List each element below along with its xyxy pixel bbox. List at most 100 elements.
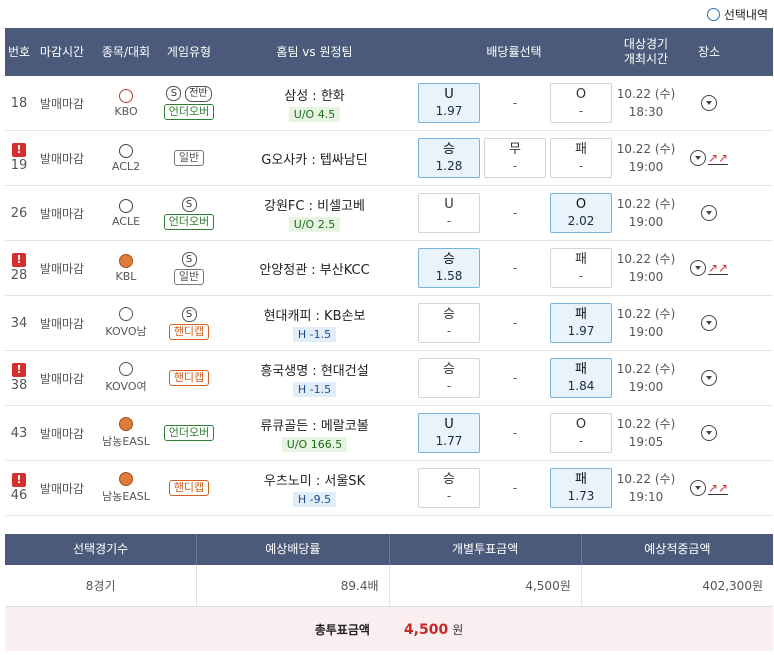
odds-button[interactable]: 승 1.28 xyxy=(418,138,480,178)
trend-chart-icon[interactable]: ↗↗ xyxy=(707,482,729,495)
odds-value: - xyxy=(446,379,452,393)
venue xyxy=(676,205,742,221)
match-clock: 19:00 xyxy=(628,325,664,339)
odds-label: O xyxy=(575,87,587,102)
match-time: 10.22 (수) 19:00 xyxy=(616,140,676,176)
odds-button[interactable]: 패 - xyxy=(550,248,612,288)
total-stake-unit: 원 xyxy=(452,622,464,637)
match-info: 안양정관 : 부산KCC xyxy=(217,259,412,278)
odds-button[interactable]: 패 - xyxy=(550,138,612,178)
match-line: U/O 2.5 xyxy=(288,216,341,232)
deadline-status: 발매마감 xyxy=(39,206,85,221)
odds-value: 1.28 xyxy=(435,159,463,173)
selection-history-checkbox[interactable] xyxy=(706,8,720,21)
location-pin-icon[interactable] xyxy=(701,370,717,386)
odds-button[interactable]: U - xyxy=(418,193,480,233)
header-time: 대상경기 개최시간 xyxy=(616,37,676,67)
summary-header-stake: 개별투표금액 xyxy=(390,534,582,565)
venue xyxy=(676,425,742,441)
odds-button[interactable]: 패 1.73 xyxy=(550,468,612,508)
match-teams: 강원FC : 비셀고베 xyxy=(264,198,365,214)
table-row: ! 38 발매마감 KOVO여 핸디캡 흥국생명 : 현대건설 H -1.5 승… xyxy=(5,351,773,406)
summary-header-payout: 예상적중금액 xyxy=(644,542,711,556)
game-type: 언더오버 xyxy=(161,424,217,442)
odds-selection: U 1.97 - O - xyxy=(412,83,616,123)
odds-button[interactable]: O - xyxy=(550,83,612,123)
basketball-icon xyxy=(119,253,133,268)
odds-label: 패 xyxy=(575,307,587,322)
under-over-badge: 언더오버 xyxy=(163,104,215,120)
summary-stake: 4,500원 xyxy=(390,565,582,606)
match-teams: 흥국생명 : 현대건설 xyxy=(260,363,369,379)
match-teams: G오사카 : 텝싸남딘 xyxy=(261,152,368,168)
location-pin-icon[interactable] xyxy=(701,425,717,441)
odds-empty: - xyxy=(512,426,518,440)
odds-button[interactable]: O 2.02 xyxy=(550,193,612,233)
league-name: KOVO남 xyxy=(105,325,147,338)
table-row: 43 발매마감 남농EASL 언더오버 류큐골든 : 메랄코볼 U/O 166.… xyxy=(5,406,773,461)
game-type: S 핸디캡 xyxy=(161,306,217,341)
odds-button[interactable]: U 1.97 xyxy=(418,83,480,123)
venue xyxy=(676,95,742,111)
match-teams: 현대캐피 : KB손보 xyxy=(263,308,366,324)
match-time: 10.22 (수) 19:00 xyxy=(616,195,676,231)
match-info: 우츠노미 : 서울SK H -9.5 xyxy=(217,470,412,507)
location-pin-icon[interactable] xyxy=(701,315,717,331)
trend-chart-icon[interactable]: ↗↗ xyxy=(707,152,729,165)
alert-icon: ! xyxy=(12,253,26,267)
odds-label: U xyxy=(444,197,454,212)
odds-button[interactable]: O - xyxy=(550,413,612,453)
odds-button[interactable]: U 1.77 xyxy=(418,413,480,453)
odds-value: 1.97 xyxy=(435,104,463,118)
odds-button[interactable]: 패 1.84 xyxy=(550,358,612,398)
odds-selection: 승 - - 패 1.84 xyxy=(412,358,616,398)
trend-chart-icon[interactable]: ↗↗ xyxy=(707,262,729,275)
location-pin-icon[interactable] xyxy=(689,480,706,496)
soccer-icon xyxy=(119,143,133,158)
table-row: ! 19 발매마감 ACL2 일반 G오사카 : 텝싸남딘 승 1.28 무 -… xyxy=(5,131,773,186)
match-clock: 19:00 xyxy=(628,270,664,284)
location-pin-icon[interactable] xyxy=(689,260,706,276)
selection-history-toggle[interactable]: 선택내역 xyxy=(706,6,768,23)
match-clock: 19:10 xyxy=(628,490,664,504)
odds-button[interactable]: 승 1.58 xyxy=(418,248,480,288)
odds-empty: - xyxy=(512,261,518,275)
location-pin-icon[interactable] xyxy=(701,95,717,111)
game-number: ! 38 xyxy=(5,363,33,393)
match-info: G오사카 : 텝싸남딘 xyxy=(217,149,412,168)
game-number: ! 46 xyxy=(5,473,33,503)
single-badge: S xyxy=(166,86,182,101)
match-info: 삼성 : 한화 U/O 4.5 xyxy=(217,85,412,122)
odds-button[interactable]: 무 - xyxy=(484,138,546,178)
odds-button[interactable]: 승 - xyxy=(418,468,480,508)
table-header: 번호 마감시간 종목/대회 게임유형 홈팀 vs 원정팀 배당률선택 대상경기 … xyxy=(5,28,773,76)
location-pin-icon[interactable] xyxy=(701,205,717,221)
sport-league: KBO xyxy=(91,88,161,118)
match-date: 10.22 (수) xyxy=(616,142,676,156)
odds-button[interactable]: 승 - xyxy=(418,358,480,398)
odds-label: O xyxy=(575,197,587,212)
location-pin-icon[interactable] xyxy=(689,150,706,166)
game-number-text: 43 xyxy=(10,425,28,441)
match-date: 10.22 (수) xyxy=(616,197,676,211)
odds-label: U xyxy=(444,417,454,432)
header-venue: 장소 xyxy=(697,44,721,59)
odds-button[interactable]: 패 1.97 xyxy=(550,303,612,343)
summary-header: 선택경기수 예상배당률 개별투표금액 예상적중금액 xyxy=(5,534,773,565)
game-number: 18 xyxy=(5,96,33,111)
baseball-icon xyxy=(119,88,133,103)
odds-selection: 승 1.58 - 패 - xyxy=(412,248,616,288)
odds-value: - xyxy=(578,159,584,173)
odds-button[interactable]: 승 - xyxy=(418,303,480,343)
sport-league: ACLE xyxy=(91,198,161,228)
venue: ↗↗ xyxy=(676,480,742,496)
handicap-badge: 핸디캡 xyxy=(168,480,210,496)
odds-label: 패 xyxy=(575,472,587,487)
first-half-badge: 전반 xyxy=(185,86,212,102)
match-date: 10.22 (수) xyxy=(616,307,676,321)
header-deadline: 마감시간 xyxy=(39,44,85,59)
table-row: ! 28 발매마감 KBL S 일반 안양정관 : 부산KCC 승 1.58 - … xyxy=(5,241,773,296)
odds-value: 2.02 xyxy=(567,214,595,228)
table-body: 18 발매마감 KBO S 전반언더오버 삼성 : 한화 U/O 4.5 U 1… xyxy=(5,76,773,516)
game-type: S 일반 xyxy=(161,251,217,286)
